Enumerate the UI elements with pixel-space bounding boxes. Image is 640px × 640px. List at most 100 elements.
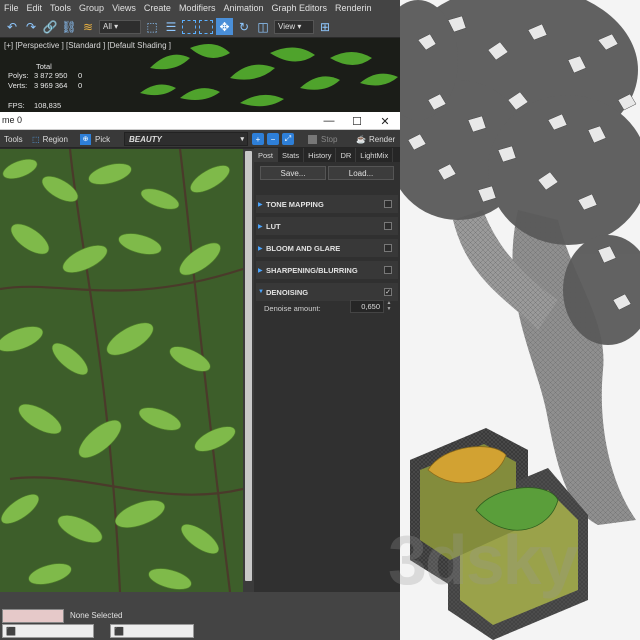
menu-bar: File Edit Tools Group Views Create Modif… xyxy=(0,0,400,16)
taskbar-item[interactable]: ⬛ xyxy=(110,624,194,638)
section-tone-mapping[interactable]: ▶ TONE MAPPING xyxy=(256,195,398,213)
denoise-spinner-icon[interactable]: ▲ ▼ xyxy=(385,300,393,313)
section-checkbox[interactable] xyxy=(384,222,392,230)
stats-fps-value: 108,835 xyxy=(34,101,62,110)
zoom-out-icon[interactable]: − xyxy=(267,133,279,145)
region-label: Region xyxy=(42,134,68,144)
section-checkbox[interactable] xyxy=(384,266,392,274)
minimize-button[interactable]: — xyxy=(318,113,340,129)
tab-lightmix[interactable]: LightMix xyxy=(356,148,394,162)
menu-edit[interactable]: Edit xyxy=(23,3,47,13)
pick-icon: ⊕ xyxy=(80,133,91,145)
panel-tabs: Post Stats History DR LightMix xyxy=(254,148,400,162)
select-icon[interactable]: ⬚ xyxy=(144,19,160,35)
teapot-icon: ☕ xyxy=(356,134,366,144)
menu-modifiers[interactable]: Modifiers xyxy=(175,3,220,13)
section-label: LUT xyxy=(266,221,281,231)
stats-verts-label: Verts: xyxy=(8,81,28,90)
render-image[interactable] xyxy=(0,149,243,592)
scrollbar-thumb[interactable] xyxy=(245,151,252,581)
render-channel-dropdown[interactable]: BEAUTY ▾ xyxy=(124,132,248,146)
bind-spacewarp-icon[interactable]: ≋ xyxy=(80,19,96,35)
denoise-amount-input[interactable]: 0,650 xyxy=(350,300,384,313)
collapse-arrow-icon: ▼ xyxy=(258,289,264,295)
section-sharpening-blurring[interactable]: ▶ SHARPENING/BLURRING xyxy=(256,261,398,279)
menu-rendering[interactable]: Renderin xyxy=(331,3,376,13)
selection-filter-dropdown[interactable]: All ▾ xyxy=(99,19,141,34)
frame-buffer-title: me 0 xyxy=(2,115,23,125)
window-crossing-icon[interactable] xyxy=(199,19,213,34)
link-icon[interactable]: 🔗 xyxy=(42,19,58,35)
menu-file[interactable]: File xyxy=(0,3,23,13)
section-label: BLOOM AND GLARE xyxy=(266,243,341,253)
denoise-amount-label: Denoise amount: xyxy=(264,304,321,313)
section-lut[interactable]: ▶ LUT xyxy=(256,217,398,235)
render-button[interactable]: ☕ Render xyxy=(356,132,395,146)
menu-views[interactable]: Views xyxy=(108,3,140,13)
zoom-in-icon[interactable]: + xyxy=(252,133,264,145)
frame-buffer-toolbar: Tools ⬚ Region ⊕ Pick BEAUTY ▾ + − ⤢ Stop ☕… xyxy=(0,130,400,148)
selection-filter-value: All xyxy=(103,22,112,31)
tab-post[interactable]: Post xyxy=(254,148,279,162)
expand-arrow-icon: ▶ xyxy=(258,267,263,274)
view-dropdown-value: View xyxy=(278,22,296,31)
3dsmax-app: File Edit Tools Group Views Create Modif… xyxy=(0,0,400,640)
status-bar: None Selected ⬛ ⬛ xyxy=(0,592,400,640)
section-checkbox[interactable]: ✓ xyxy=(384,288,392,296)
expand-arrow-icon: ▶ xyxy=(258,245,263,252)
render-channel-value: BEAUTY xyxy=(129,134,162,144)
view-dropdown[interactable]: View ▾ xyxy=(274,19,314,34)
region-button[interactable]: ⬚ Region xyxy=(32,132,68,146)
app-icon: ⬛ xyxy=(114,626,124,636)
section-denoising[interactable]: ▼ DENOISING ✓ xyxy=(256,283,398,301)
stats-polys-selected: 0 xyxy=(78,71,83,80)
stats-fps-label: FPS: xyxy=(8,101,25,110)
load-button[interactable]: Load... xyxy=(328,166,394,180)
redo-icon[interactable]: ↷ xyxy=(23,19,39,35)
object-color-swatch[interactable] xyxy=(2,609,64,623)
stop-button[interactable]: Stop xyxy=(308,132,337,146)
taskbar-item[interactable]: ⬛ xyxy=(2,624,94,638)
maximize-button[interactable]: ☐ xyxy=(346,113,368,129)
select-by-name-icon[interactable]: ☰ xyxy=(163,19,179,35)
menu-tools[interactable]: Tools xyxy=(46,3,75,13)
menu-animation[interactable]: Animation xyxy=(219,3,267,13)
save-button[interactable]: Save... xyxy=(260,166,326,180)
section-bloom-and-glare[interactable]: ▶ BLOOM AND GLARE xyxy=(256,239,398,257)
rect-region-icon[interactable] xyxy=(182,19,196,34)
section-checkbox[interactable] xyxy=(384,200,392,208)
section-checkbox[interactable] xyxy=(384,244,392,252)
app-icon: ⬛ xyxy=(6,626,16,636)
viewport-label[interactable]: [+] [Perspective ] [Standard ] [Default … xyxy=(4,41,171,50)
unlink-icon[interactable]: ⛓ xyxy=(61,19,77,35)
frame-buffer-titlebar[interactable]: me 0 — ☐ ✕ xyxy=(0,112,400,130)
menu-graph-editors[interactable]: Graph Editors xyxy=(267,3,331,13)
vray-frame-buffer-window: me 0 — ☐ ✕ Tools ⬚ Region ⊕ Pick BEAUTY ▾ +… xyxy=(0,112,400,592)
pivot-icon[interactable]: ⊞ xyxy=(317,19,333,35)
chevron-down-icon: ▾ xyxy=(240,136,244,143)
section-label: TONE MAPPING xyxy=(266,199,324,209)
stop-icon xyxy=(308,134,317,144)
tools-menu[interactable]: Tools xyxy=(4,132,23,146)
tab-history[interactable]: History xyxy=(304,148,337,162)
move-icon[interactable]: ✥ xyxy=(216,18,233,35)
render-vertical-scrollbar[interactable] xyxy=(243,149,254,592)
watermark: 3dsky xyxy=(388,521,578,599)
region-icon: ⬚ xyxy=(32,134,40,144)
selection-status: None Selected xyxy=(70,611,123,620)
perspective-viewport[interactable]: [+] [Perspective ] [Standard ] [Default … xyxy=(0,38,400,112)
rotate-icon[interactable]: ↻ xyxy=(236,19,252,35)
menu-create[interactable]: Create xyxy=(140,3,175,13)
menu-group[interactable]: Group xyxy=(75,3,108,13)
undo-icon[interactable]: ↶ xyxy=(4,19,20,35)
scale-icon[interactable]: ◫ xyxy=(255,19,271,35)
zoom-fit-icon[interactable]: ⤢ xyxy=(282,133,294,145)
tab-dr[interactable]: DR xyxy=(336,148,357,162)
pick-button[interactable]: ⊕ Pick xyxy=(80,132,110,146)
stats-verts-selected: 0 xyxy=(78,81,83,90)
rendered-foliage-illustration xyxy=(0,149,243,592)
stats-total-header: Total xyxy=(36,62,52,71)
tab-stats[interactable]: Stats xyxy=(278,148,305,162)
expand-arrow-icon: ▶ xyxy=(258,223,263,230)
close-button[interactable]: ✕ xyxy=(374,113,396,129)
